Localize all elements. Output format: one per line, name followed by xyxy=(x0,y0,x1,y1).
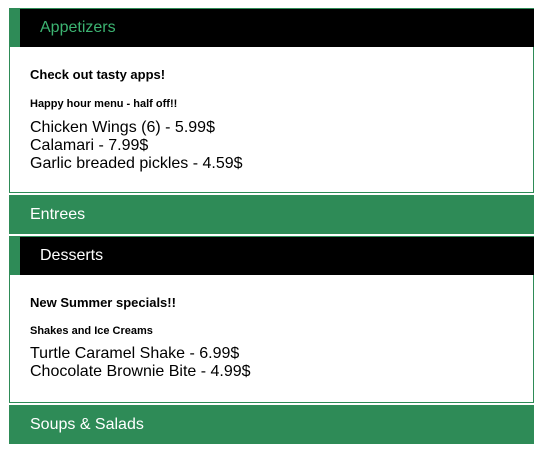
accordion-header-label: Appetizers xyxy=(40,19,116,36)
accordion-header-label: Entrees xyxy=(30,206,86,223)
menu-item: Chicken Wings (6) - 5.99$ xyxy=(30,119,215,136)
menu-item: Calamari - 7.99$ xyxy=(30,137,149,154)
menu-item: Chocolate Brownie Bite - 4.99$ xyxy=(30,363,251,380)
menu-item-list: Turtle Caramel Shake - 6.99$ Chocolate B… xyxy=(30,345,251,381)
panel-heading: Check out tasty apps! xyxy=(30,67,166,82)
accordion-header-entrees[interactable]: Entrees xyxy=(9,195,534,234)
accordion-header-soups-salads[interactable]: Soups & Salads xyxy=(9,405,534,444)
menu-accordion: Appetizers Check out tasty apps! Happy h… xyxy=(9,8,534,444)
accordion-header-desserts[interactable]: Desserts xyxy=(9,236,534,275)
accordion-panel-desserts: New Summer specials!! Shakes and Ice Cre… xyxy=(9,275,534,403)
panel-subheading: Happy hour menu - half off!! xyxy=(30,98,178,110)
menu-item-list: Chicken Wings (6) - 5.99$ Calamari - 7.9… xyxy=(30,119,243,173)
accordion-header-label: Desserts xyxy=(40,247,104,264)
menu-item: Garlic breaded pickles - 4.59$ xyxy=(30,155,243,172)
accordion-header-appetizers[interactable]: Appetizers xyxy=(9,8,534,47)
panel-heading: New Summer specials!! xyxy=(30,295,176,310)
accordion-panel-appetizers: Check out tasty apps! Happy hour menu - … xyxy=(9,47,534,193)
panel-subheading: Shakes and Ice Creams xyxy=(30,325,153,337)
menu-item: Turtle Caramel Shake - 6.99$ xyxy=(30,345,240,362)
accordion-header-label: Soups & Salads xyxy=(30,416,144,433)
